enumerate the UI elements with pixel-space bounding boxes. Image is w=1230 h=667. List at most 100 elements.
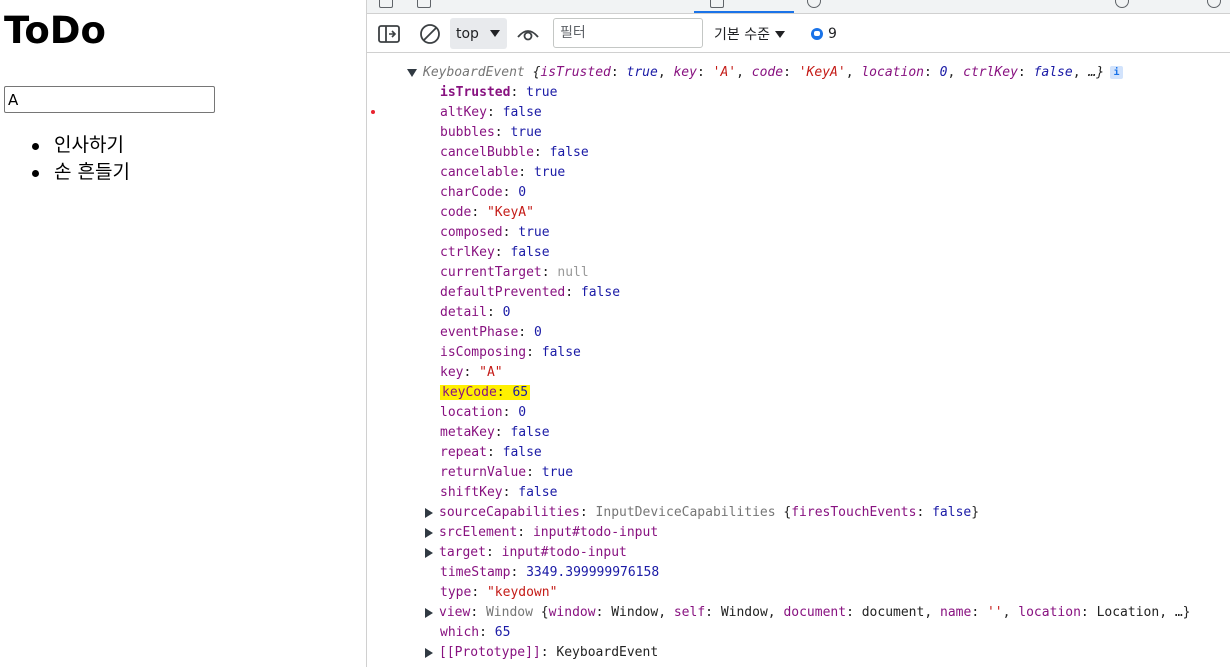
property-row: composed: true — [440, 225, 550, 240]
summary-ellipsis: …} — [1088, 65, 1105, 80]
property-value: 0 — [518, 185, 527, 200]
filter-input[interactable] — [553, 18, 703, 48]
property-value: InputDeviceCapabilities {firesTouchEvent… — [595, 505, 980, 520]
expand-toggle-icon[interactable] — [425, 647, 433, 658]
property-value: Window {window: Window, self: Window, do… — [485, 605, 1191, 620]
property-key: location — [440, 405, 503, 420]
property-row: code: "KeyA" — [440, 205, 534, 220]
property-value: "KeyA" — [486, 205, 534, 220]
summary-value: 'KeyA' — [798, 65, 846, 80]
property-value: "A" — [479, 365, 503, 380]
inspect-icon[interactable] — [379, 0, 393, 8]
settings-tab-icon[interactable] — [1207, 0, 1221, 8]
console-output: KeyboardEvent {isTrusted: true, key: 'A'… — [367, 54, 1230, 667]
show-sidebar-button[interactable] — [377, 23, 401, 45]
expand-toggle-icon[interactable] — [425, 607, 433, 618]
summary-key: code — [751, 65, 784, 80]
log-level-dropdown[interactable]: 기본 수준 — [714, 23, 785, 45]
property-value: false — [502, 105, 542, 120]
console-tab-icon[interactable] — [710, 0, 724, 8]
property-row[interactable]: target: input#todo-input — [425, 543, 627, 563]
property-row: returnValue: true — [440, 465, 574, 480]
eye-icon — [517, 30, 539, 41]
live-expression-button[interactable] — [515, 23, 541, 45]
property-value: false — [510, 245, 550, 260]
property-key: srcElement — [439, 525, 518, 540]
summary-value: false — [1033, 65, 1073, 80]
property-row: cancelBubble: false — [440, 145, 589, 160]
webpage-viewport: ToDo 인사하기 손 흔들기 — [0, 0, 366, 667]
context-selector-label: top — [456, 25, 479, 42]
property-key: timeStamp — [440, 565, 511, 580]
property-value: 65 — [512, 385, 529, 400]
property-row[interactable]: [[Prototype]]: KeyboardEvent — [425, 643, 658, 663]
info-icon[interactable]: i — [1110, 66, 1124, 79]
property-value: true — [541, 465, 574, 480]
context-selector[interactable]: top — [450, 18, 507, 49]
property-row: repeat: false — [440, 445, 542, 460]
object-summary-row[interactable]: KeyboardEvent {isTrusted: true, key: 'A'… — [407, 63, 1124, 83]
property-row: isComposing: false — [440, 345, 581, 360]
property-row: currentTarget: null — [440, 265, 589, 280]
property-value: "keydown" — [486, 585, 558, 600]
property-row: defaultPrevented: false — [440, 285, 621, 300]
sidebar-icon — [378, 25, 400, 43]
property-row: keyCode: 65 — [440, 385, 531, 400]
property-value: KeyboardEvent — [556, 645, 659, 660]
property-value: input#todo-input — [501, 545, 627, 560]
property-key: shiftKey — [440, 485, 503, 500]
summary-key: ctrlKey — [963, 65, 1018, 80]
console-toolbar: top 기본 수준 9 — [367, 15, 1230, 53]
summary-value: true — [626, 65, 658, 80]
property-row[interactable]: sourceCapabilities: InputDeviceCapabilit… — [425, 503, 979, 523]
performance-tab-icon[interactable] — [1115, 0, 1129, 8]
expand-toggle-icon[interactable] — [407, 68, 417, 77]
issues-counter[interactable]: 9 — [811, 23, 837, 45]
property-row: isTrusted: true — [440, 85, 558, 100]
property-value: false — [502, 445, 542, 460]
todo-item: 인사하기 — [0, 132, 130, 159]
warning-marker-icon — [371, 110, 375, 114]
property-key: eventPhase — [440, 325, 519, 340]
summary-key: location — [861, 65, 924, 80]
property-key: defaultPrevented — [440, 285, 566, 300]
property-key: view — [439, 605, 471, 620]
page-title: ToDo — [4, 9, 106, 52]
property-row: shiftKey: false — [440, 485, 558, 500]
property-key: charCode — [440, 185, 503, 200]
clear-icon — [420, 24, 440, 44]
expand-toggle-icon[interactable] — [425, 507, 433, 518]
property-value: false — [510, 425, 550, 440]
property-row: metaKey: false — [440, 425, 550, 440]
chevron-down-icon — [490, 30, 500, 37]
property-row: which: 65 — [440, 625, 511, 640]
property-value: 0 — [533, 325, 542, 340]
expand-toggle-icon[interactable] — [425, 547, 433, 558]
summary-value: 'A' — [712, 65, 737, 80]
property-value: null — [557, 265, 589, 280]
property-value: 65 — [494, 625, 511, 640]
device-toolbar-icon[interactable] — [417, 0, 431, 8]
property-value: false — [518, 485, 558, 500]
property-row: timeStamp: 3349.399999976158 — [440, 565, 660, 580]
property-row[interactable]: srcElement: input#todo-input — [425, 523, 658, 543]
property-value: true — [510, 125, 542, 140]
property-key: repeat — [440, 445, 487, 460]
issues-count: 9 — [828, 26, 837, 42]
property-key: composed — [440, 225, 503, 240]
property-value: input#todo-input — [532, 525, 659, 540]
network-tab-icon[interactable] — [807, 0, 821, 8]
property-row[interactable]: view: Window {window: Window, self: Wind… — [425, 603, 1191, 623]
summary-value: 0 — [939, 65, 948, 80]
property-row: detail: 0 — [440, 305, 511, 320]
todo-input[interactable] — [4, 86, 215, 113]
property-row: ctrlKey: false — [440, 245, 550, 260]
property-key: code — [440, 205, 472, 220]
property-key: cancelable — [440, 165, 519, 180]
property-row: cancelable: true — [440, 165, 566, 180]
clear-console-button[interactable] — [418, 23, 442, 45]
log-level-label: 기본 수준 — [714, 27, 770, 43]
property-row: bubbles: true — [440, 125, 542, 140]
expand-toggle-icon[interactable] — [425, 527, 433, 538]
property-key: [[Prototype]] — [439, 645, 541, 660]
